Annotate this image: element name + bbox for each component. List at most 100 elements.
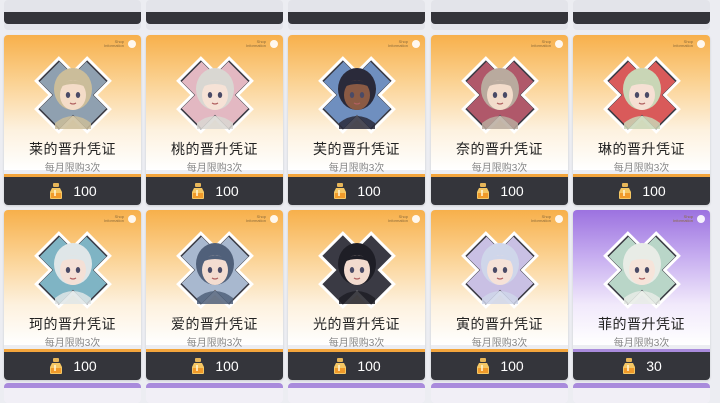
price-bar[interactable]: 100 [573, 174, 710, 205]
price-bar[interactable]: 100 [288, 174, 425, 205]
card-face: Shop Information 珂的晋升凭证 每月限购3次 [4, 210, 141, 349]
price-value: 100 [73, 183, 97, 199]
info-icon[interactable] [412, 40, 420, 48]
shop-item-card[interactable]: Shop Information 桃的晋升凭证 每月限购3次 100 [146, 35, 283, 205]
price-bar[interactable]: 100 [4, 349, 141, 380]
info-icon[interactable] [128, 215, 136, 223]
price-value: 30 [646, 358, 662, 374]
info-icon[interactable] [412, 215, 420, 223]
shop-info-tag: Shop Information [530, 214, 551, 223]
card-partial-top[interactable] [4, 0, 141, 30]
price-bar-partial [4, 12, 141, 24]
card-face: Shop Information 芙的晋升凭证每月限购3次 [288, 35, 425, 174]
shop-item-card[interactable]: Shop Information 寅的晋升凭证每月限购3次 100 [431, 210, 568, 380]
currency-bottle-icon [477, 358, 490, 374]
card-partial-bottom[interactable] [4, 383, 141, 403]
card-partial-top[interactable] [146, 0, 283, 30]
card-partial-bottom[interactable] [146, 383, 283, 403]
item-name: 菲的晋升凭证 [598, 316, 685, 332]
shop-item-card[interactable]: Shop Information 奈的晋升凭证每月限购3次 100 [431, 35, 568, 205]
card-partial-top[interactable] [288, 0, 425, 30]
price-value: 100 [73, 358, 97, 374]
price-bar-partial [431, 12, 568, 24]
purchase-limit: 每月限购3次 [44, 163, 101, 174]
price-value: 100 [500, 358, 524, 374]
shop-info-tag: Shop Information [387, 214, 408, 223]
price-bar[interactable]: 100 [146, 174, 283, 205]
item-name: 奈的晋升凭证 [456, 141, 543, 157]
info-icon[interactable] [270, 40, 278, 48]
card-partial-top[interactable] [573, 0, 710, 30]
price-value: 100 [357, 183, 381, 199]
purchase-limit: 每月限购3次 [471, 338, 528, 349]
purchase-limit: 每月限购3次 [186, 338, 243, 349]
info-icon[interactable] [128, 40, 136, 48]
info-icon[interactable] [555, 40, 563, 48]
price-bar[interactable]: 100 [431, 174, 568, 205]
price-value: 100 [215, 358, 239, 374]
item-name: 芙的晋升凭证 [313, 141, 400, 157]
card-face: Shop Information 琳的晋升凭证 每月限购3次 [573, 35, 710, 174]
purchase-limit: 每月限购3次 [471, 163, 528, 174]
shop-grid: Shop Information 莱的晋升凭证 每月限购3次 100 Shop Inform… [0, 0, 720, 403]
currency-bottle-icon [192, 358, 205, 374]
item-name: 桃的晋升凭证 [171, 141, 258, 157]
shop-info-tag: Shop Information [530, 39, 551, 48]
purchase-limit: 每月限购3次 [613, 338, 670, 349]
shop-info-tag: Shop Information [387, 39, 408, 48]
purchase-limit: 每月限购3次 [613, 163, 670, 174]
shop-item-card[interactable]: Shop Information 芙的晋升凭证每月限购3次 100 [288, 35, 425, 205]
price-value: 100 [642, 183, 666, 199]
shop-item-card[interactable]: Shop Information 菲的晋升凭证每月限购3次 30 [573, 210, 710, 380]
shop-item-card[interactable]: Shop Information 莱的晋升凭证 每月限购3次 100 [4, 35, 141, 205]
shop-item-card[interactable]: Shop Information 琳的晋升凭证 每月限购3次 100 [573, 35, 710, 205]
card-partial-top[interactable] [431, 0, 568, 30]
purchase-limit: 每月限购3次 [328, 338, 385, 349]
info-icon[interactable] [270, 215, 278, 223]
shop-info-tag: Shop Information [103, 39, 124, 48]
shop-item-card[interactable]: Shop Information 珂的晋升凭证 每月限购3次 100 [4, 210, 141, 380]
shop-item-card[interactable]: Shop Information 爱的晋升凭证 每月限购3次 100 [146, 210, 283, 380]
currency-bottle-icon [619, 183, 632, 199]
currency-bottle-icon [623, 358, 636, 374]
currency-bottle-icon [50, 358, 63, 374]
card-partial-bottom[interactable] [288, 383, 425, 403]
info-icon[interactable] [555, 215, 563, 223]
shop-info-tag: Shop Information [103, 214, 124, 223]
price-bar-partial [573, 12, 710, 24]
price-bar[interactable]: 100 [288, 349, 425, 380]
card-face: Shop Information 菲的晋升凭证每月限购3次 [573, 210, 710, 349]
currency-bottle-icon [477, 183, 490, 199]
price-bar[interactable]: 30 [573, 349, 710, 380]
shop-info-tag: Shop Information [672, 214, 693, 223]
info-icon[interactable] [697, 215, 705, 223]
price-bar-partial [288, 12, 425, 24]
price-value: 100 [215, 183, 239, 199]
card-face: Shop Information 寅的晋升凭证每月限购3次 [431, 210, 568, 349]
item-name: 寅的晋升凭证 [456, 316, 543, 332]
character-token-icon [318, 56, 396, 134]
price-bar[interactable]: 100 [431, 349, 568, 380]
purchase-limit: 每月限购3次 [186, 163, 243, 174]
shop-item-card[interactable]: Shop Information 光的晋升凭证 每月限购3次 100 [288, 210, 425, 380]
character-token-icon [461, 56, 539, 134]
purchase-limit: 每月限购3次 [44, 338, 101, 349]
character-token-icon [34, 231, 112, 309]
card-partial-bottom[interactable] [573, 383, 710, 403]
character-token-icon [318, 231, 396, 309]
card-face: Shop Information 桃的晋升凭证 每月限购3次 [146, 35, 283, 174]
card-partial-bottom[interactable] [431, 383, 568, 403]
item-name: 琳的晋升凭证 [598, 141, 685, 157]
price-value: 100 [357, 358, 381, 374]
price-bar[interactable]: 100 [4, 174, 141, 205]
price-bar[interactable]: 100 [146, 349, 283, 380]
purchase-limit: 每月限购3次 [328, 163, 385, 174]
currency-bottle-icon [192, 183, 205, 199]
info-icon[interactable] [697, 40, 705, 48]
shop-info-tag: Shop Information [245, 214, 266, 223]
price-bar-partial [146, 12, 283, 24]
character-token-icon [461, 231, 539, 309]
currency-bottle-icon [334, 183, 347, 199]
character-token-icon [603, 231, 681, 309]
character-token-icon [176, 231, 254, 309]
